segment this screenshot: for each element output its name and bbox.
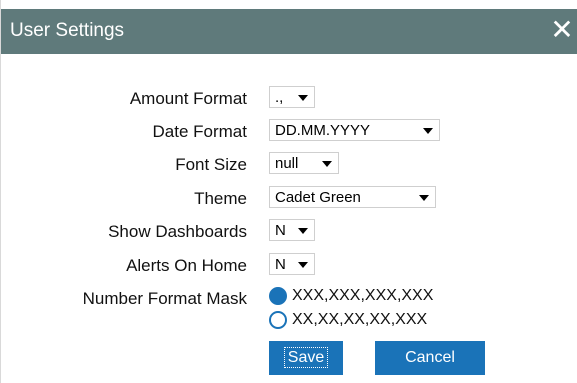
alerts-on-home-label: Alerts On Home xyxy=(126,256,247,275)
radio-unchecked-icon[interactable] xyxy=(269,311,287,329)
show-dashboards-row: Show Dashboards N xyxy=(1,219,577,243)
alerts-on-home-value: N xyxy=(275,256,286,273)
chevron-down-icon xyxy=(298,262,308,268)
save-button[interactable]: Save xyxy=(269,341,343,375)
date-format-label: Date Format xyxy=(152,122,247,141)
number-format-mask-row: Number Format Mask xyxy=(1,286,577,310)
chevron-down-icon xyxy=(419,195,429,201)
amount-format-row: Amount Format ., xyxy=(1,86,577,110)
chevron-down-icon xyxy=(298,228,308,234)
show-dashboards-label: Show Dashboards xyxy=(108,222,247,241)
date-format-row: Date Format DD.MM.YYYY xyxy=(1,119,577,143)
alerts-on-home-select[interactable]: N xyxy=(269,253,315,275)
alerts-on-home-row: Alerts On Home N xyxy=(1,253,577,277)
amount-format-value: ., xyxy=(275,89,284,106)
theme-select[interactable]: Cadet Green xyxy=(269,186,436,208)
save-button-label: Save xyxy=(283,347,329,368)
radio-checked-icon[interactable] xyxy=(269,287,287,305)
theme-value: Cadet Green xyxy=(275,189,361,206)
font-size-row: Font Size null xyxy=(1,152,577,176)
number-format-option-2-label: XX,XX,XX,XX,XXX xyxy=(292,311,428,328)
chevron-down-icon xyxy=(298,95,308,101)
user-settings-dialog: User Settings ✕ Amount Format ., Date Fo… xyxy=(0,0,577,383)
cancel-button[interactable]: Cancel xyxy=(375,341,485,375)
theme-row: Theme Cadet Green xyxy=(1,186,577,210)
chevron-down-icon xyxy=(322,161,332,167)
font-size-select[interactable]: null xyxy=(269,152,339,174)
amount-format-label: Amount Format xyxy=(129,89,247,108)
date-format-value: DD.MM.YYYY xyxy=(275,122,371,139)
chevron-down-icon xyxy=(423,128,433,134)
close-icon[interactable]: ✕ xyxy=(550,15,574,45)
font-size-value: null xyxy=(275,155,299,172)
theme-label: Theme xyxy=(194,189,247,208)
dialog-title: User Settings xyxy=(10,20,125,41)
show-dashboards-select[interactable]: N xyxy=(269,219,315,241)
amount-format-select[interactable]: ., xyxy=(269,86,315,108)
date-format-select[interactable]: DD.MM.YYYY xyxy=(269,119,440,141)
dialog-titlebar: User Settings ✕ xyxy=(1,9,577,54)
number-format-mask-label: Number Format Mask xyxy=(82,289,247,308)
show-dashboards-value: N xyxy=(275,222,286,239)
number-format-option-1-label: XXX,XXX,XXX,XXX xyxy=(292,287,434,304)
font-size-label: Font Size xyxy=(175,155,247,174)
